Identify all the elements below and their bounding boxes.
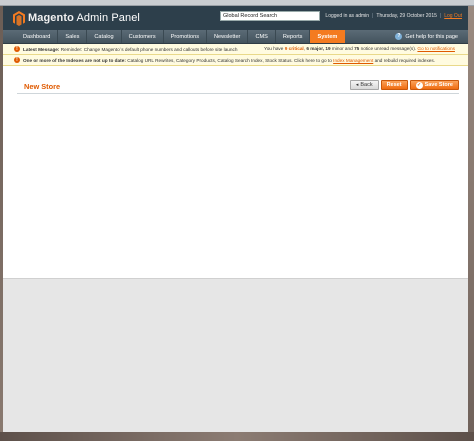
index-notice: ! One or more of the Indexes are not up … bbox=[3, 55, 468, 66]
index-notice-label: One or more of the Indexes are not up to… bbox=[23, 57, 126, 63]
content-header: New Store ◂ Back Reset ✓ Save Store bbox=[17, 80, 459, 94]
help-link-label: Get help for this page bbox=[405, 33, 458, 40]
critical-count: 9 critical bbox=[284, 46, 304, 51]
back-arrow-icon: ◂ bbox=[355, 82, 359, 88]
minor-text: minor and bbox=[331, 46, 353, 51]
nav-item-system[interactable]: System bbox=[310, 30, 346, 43]
logo-brand-text: Magento bbox=[28, 12, 74, 24]
warning-icon: ! bbox=[14, 57, 20, 63]
nav-item-sales[interactable]: Sales bbox=[58, 30, 88, 43]
notice-count: 75 bbox=[354, 46, 360, 51]
reset-button-label: Reset bbox=[386, 82, 402, 88]
nav-item-customers[interactable]: Customers bbox=[122, 30, 164, 43]
nav-item-catalog[interactable]: Catalog bbox=[87, 30, 122, 43]
go-to-notifications-link[interactable]: Go to notifications bbox=[417, 46, 455, 51]
latest-message-notice: ! Latest Message: Reminder: Change Magen… bbox=[3, 44, 468, 55]
logo-suffix-text: Admin Panel bbox=[76, 12, 140, 24]
unread-summary: You have 9 critical, 6 major, 19 minor a… bbox=[264, 46, 455, 51]
separator: | bbox=[439, 13, 442, 19]
latest-message-text: Reminder: Change Magento`s default phone… bbox=[60, 46, 238, 52]
form-buttons: ◂ Back Reset ✓ Save Store bbox=[349, 80, 459, 90]
index-notice-suffix: and rebuild required indexes. bbox=[374, 57, 436, 63]
desktop-background-right bbox=[468, 6, 474, 441]
reset-button[interactable]: Reset bbox=[380, 80, 408, 90]
nav-item-promotions[interactable]: Promotions bbox=[164, 30, 207, 43]
main-nav: Dashboard Sales Catalog Customers Promot… bbox=[3, 30, 468, 44]
nav-item-reports[interactable]: Reports bbox=[276, 30, 311, 43]
major-count: 6 major, bbox=[306, 46, 325, 51]
magento-logo[interactable]: Magento Admin Panel bbox=[13, 10, 140, 26]
save-store-button[interactable]: ✓ Save Store bbox=[409, 80, 459, 90]
magento-admin-window: Magento Admin Panel Global Record Search… bbox=[3, 6, 468, 432]
admin-header: Magento Admin Panel Global Record Search… bbox=[3, 6, 468, 30]
page-footer-area bbox=[3, 278, 468, 432]
unread-prefix: You have bbox=[264, 46, 284, 51]
warning-icon: ! bbox=[14, 46, 20, 52]
save-store-button-label: Save Store bbox=[424, 82, 453, 88]
minor-count: 19 bbox=[325, 46, 331, 51]
header-user-info: Logged in as admin | Thursday, 29 Octobe… bbox=[325, 13, 462, 19]
nav-item-dashboard[interactable]: Dashboard bbox=[16, 30, 59, 43]
nav-item-newsletter[interactable]: Newsletter bbox=[207, 30, 249, 43]
separator: | bbox=[372, 13, 374, 19]
logout-link[interactable]: Log Out bbox=[444, 13, 462, 19]
magento-logo-icon bbox=[13, 10, 25, 26]
back-button-label: Back bbox=[360, 82, 373, 88]
index-notice-text: Catalog URL Rewrites, Category Products,… bbox=[127, 57, 332, 63]
back-button[interactable]: ◂ Back bbox=[349, 80, 379, 90]
global-search-input[interactable]: Global Record Search bbox=[220, 11, 320, 21]
logged-in-text: Logged in as admin bbox=[325, 13, 370, 19]
help-icon: ? bbox=[395, 33, 403, 40]
save-check-icon: ✓ bbox=[415, 81, 423, 89]
latest-message-label: Latest Message: bbox=[23, 46, 60, 52]
unread-suffix: notice unread message(s). bbox=[360, 46, 417, 51]
page-title: New Store bbox=[24, 82, 61, 91]
desktop-background-bottom bbox=[0, 432, 474, 441]
nav-item-cms[interactable]: CMS bbox=[248, 30, 276, 43]
current-date: Thursday, 29 October 2015 bbox=[376, 13, 437, 19]
help-link[interactable]: ? Get help for this page bbox=[395, 33, 458, 40]
index-management-link[interactable]: Index Management bbox=[333, 58, 373, 63]
